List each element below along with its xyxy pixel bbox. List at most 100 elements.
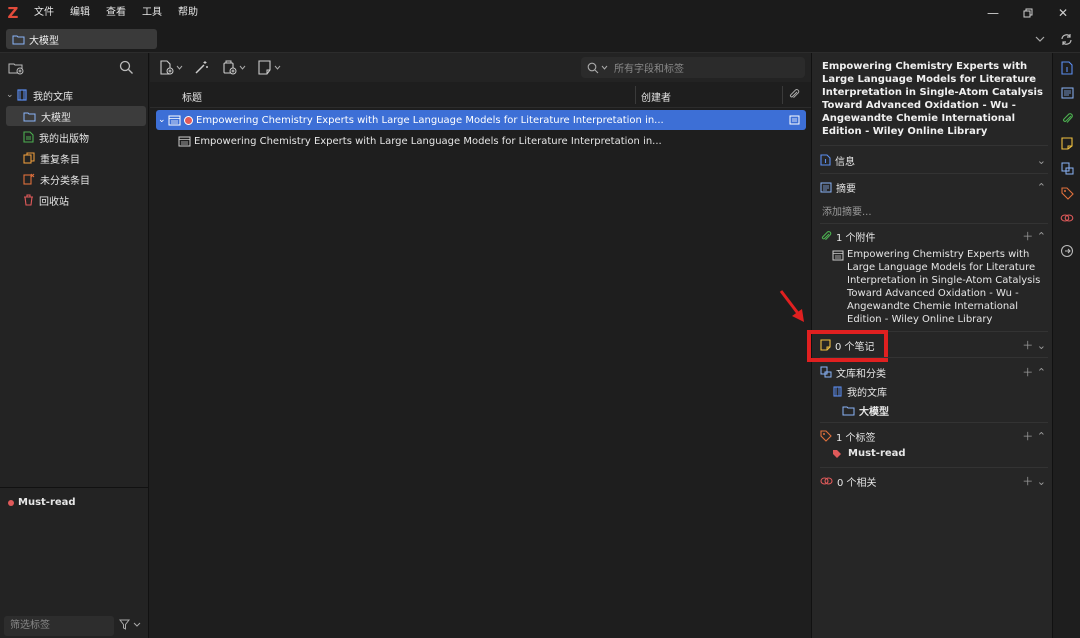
nav-tags-button[interactable] [1059,185,1075,201]
duplicates-icon [23,152,35,164]
section-controls[interactable]: ＋ ⌄ [1022,473,1046,489]
column-divider [635,86,636,104]
chevron-down-icon[interactable]: ⌄ [1037,154,1046,167]
column-title[interactable]: 标题 [182,89,202,104]
section-controls[interactable]: ＋ ⌃ [1022,228,1046,244]
sync-icon [1060,33,1072,45]
tag-actions-button[interactable] [119,619,141,630]
restore-icon [1023,8,1033,17]
sync-button[interactable] [1056,29,1076,49]
tag-name: Must-read [848,448,906,459]
chevron-down-icon[interactable]: ⌄ [6,90,16,100]
tabs-menu-button[interactable] [1030,29,1050,49]
divider [820,467,1048,468]
related-icon [1060,214,1074,222]
nav-info-button[interactable] [1059,60,1075,76]
column-creator[interactable]: 创建者 [641,89,671,104]
collections-toolbar [0,53,148,83]
unfiled-icon [23,173,35,185]
filter-icon [119,619,130,630]
collection-trash[interactable]: 回收站 [6,190,146,210]
tag-icon [833,449,841,458]
collection-unfiled[interactable]: 未分类条目 [6,169,146,189]
paperclip-icon [789,89,800,99]
section-libraries-collections[interactable]: 文库和分类 ＋ ⌃ [820,363,1048,381]
magic-wand-icon [195,61,208,74]
section-controls[interactable]: ＋ ⌄ [1022,337,1046,353]
collection-llm[interactable]: 大模型 [6,106,146,126]
library-entry[interactable]: 我的文库 [832,384,887,399]
column-attachments[interactable] [788,88,800,103]
section-label: 信息 [835,156,855,168]
section-info[interactable]: 信息 ⌄ [820,151,1048,169]
table-row[interactable]: Empowering Chemistry Experts with Large … [156,131,806,151]
libraries-collections-icon [1061,162,1073,174]
chevron-up-icon[interactable]: ⌃ [1037,181,1046,194]
tag-entry[interactable]: Must-read [832,448,906,459]
chevron-down-icon[interactable]: ⌄ [158,115,168,125]
collection-duplicates[interactable]: 重复条目 [6,148,146,168]
new-note-button[interactable] [258,60,281,75]
table-row[interactable]: ⌄ Empowering Chemistry Experts with Larg… [156,110,806,130]
nav-libraries-button[interactable] [1059,160,1075,176]
search-placeholder: 所有字段和标签 [614,64,684,75]
collection-entry[interactable]: 大模型 [842,403,889,418]
item-header-title[interactable]: Empowering Chemistry Experts with Large … [822,60,1046,138]
tag-icon [1060,186,1074,200]
divider [820,357,1048,358]
divider [820,223,1048,224]
abstract-field[interactable]: 添加摘要... [822,203,872,218]
restore-button[interactable] [1011,0,1045,25]
tag-must-read[interactable]: Must-read [8,497,76,508]
tag-color-dot [184,115,193,125]
search-input[interactable]: 所有字段和标签 [581,57,805,78]
tag-selector: Must-read 筛选标签 [0,487,149,638]
tab-bar: 大模型 [0,25,1080,53]
new-item-button[interactable] [160,60,183,75]
section-abstract[interactable]: 摘要 ⌃ [820,178,1048,196]
library-name: 我的文库 [847,388,887,399]
collection-search-button[interactable] [119,60,134,78]
section-controls[interactable]: ＋ ⌃ [1022,364,1046,380]
section-related[interactable]: 0 个相关 ＋ ⌄ [820,472,1048,490]
item-title: Empowering Chemistry Experts with Large … [194,135,662,147]
section-tags[interactable]: 1 个标签 ＋ ⌃ [820,427,1048,445]
close-window-button[interactable]: ✕ [1046,0,1080,25]
menu-file[interactable]: 文件 [26,0,62,25]
attachment-row[interactable]: Empowering Chemistry Experts with Large … [832,248,1048,326]
note-icon [820,339,831,351]
nav-related-button[interactable] [1059,210,1075,226]
nav-locate-button[interactable] [1059,243,1075,259]
trash-icon [24,194,33,206]
add-attachment-button[interactable] [222,60,246,75]
chevron-down-icon [176,65,183,70]
new-collection-icon [8,63,24,75]
webpage-icon [168,115,181,125]
add-by-identifier-button[interactable] [194,60,209,78]
tag-filter-input[interactable]: 筛选标签 [4,616,114,636]
close-icon: ✕ [1057,5,1069,20]
menu-view[interactable]: 查看 [98,0,134,25]
nav-notes-button[interactable] [1059,135,1075,151]
libraries-collections-icon [820,366,832,378]
section-controls[interactable]: ＋ ⌃ [1022,428,1046,444]
section-label: 摘要 [836,183,856,195]
locate-icon [1060,244,1074,258]
menu-help[interactable]: 帮助 [170,0,206,25]
section-label: 0 个笔记 [835,341,875,353]
menu-edit[interactable]: 编辑 [62,0,98,25]
section-attachments[interactable]: 1 个附件 ＋ ⌃ [820,227,1048,245]
divider [820,145,1048,146]
collection-label: 我的出版物 [39,133,89,145]
minimize-button[interactable]: — [976,0,1010,25]
menu-tools[interactable]: 工具 [134,0,170,25]
folder-icon [12,35,25,44]
nav-abstract-button[interactable] [1059,85,1075,101]
section-notes[interactable]: 0 个笔记 ＋ ⌄ [820,336,1048,354]
collection-my-library[interactable]: ⌄ 我的文库 [6,85,146,105]
nav-attachments-button[interactable] [1059,110,1075,126]
column-divider [782,86,783,104]
new-collection-button[interactable] [8,61,24,78]
collection-my-publications[interactable]: 我的出版物 [6,127,146,147]
tab-library[interactable]: 大模型 [6,29,157,49]
